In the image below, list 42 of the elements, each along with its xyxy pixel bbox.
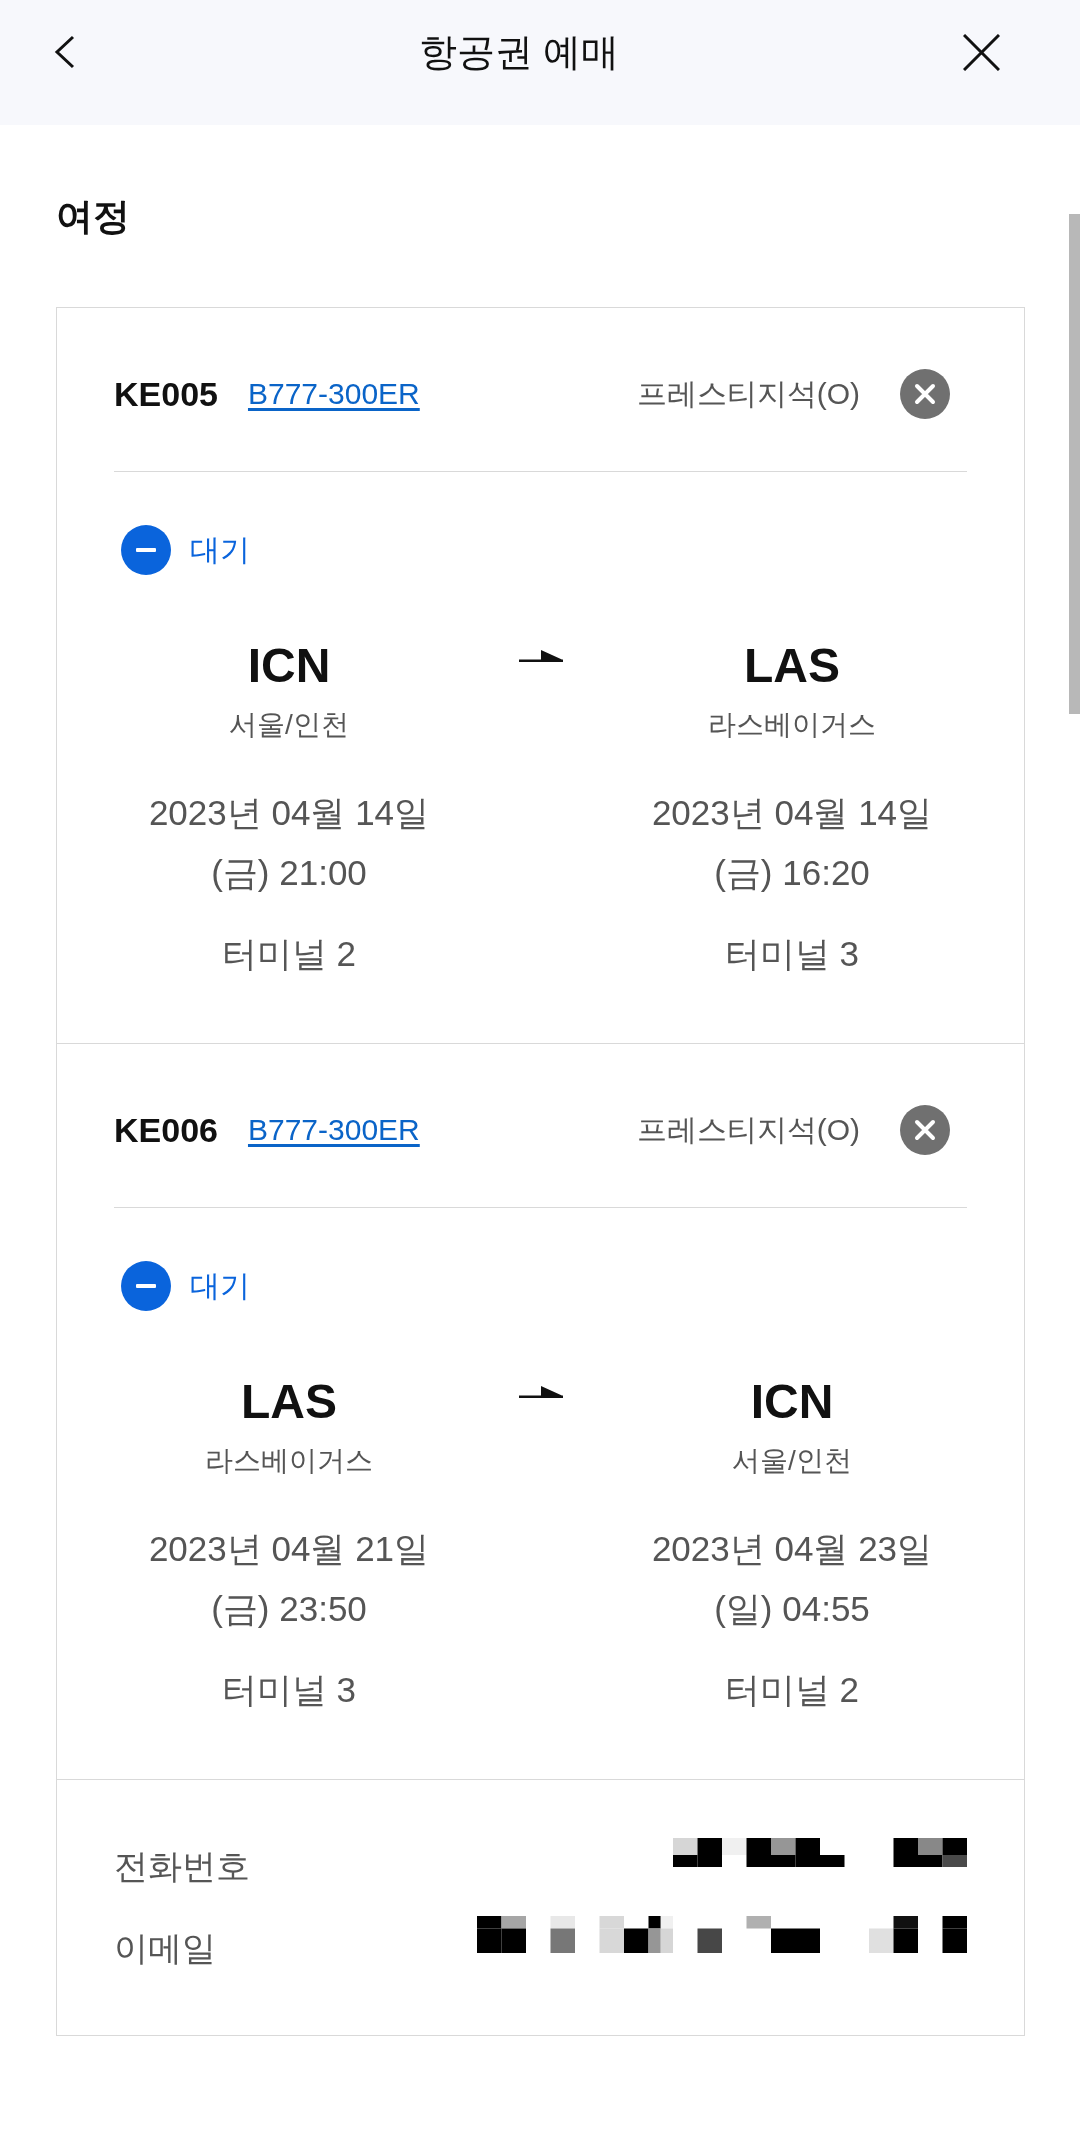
close-circle-icon[interactable] — [900, 1105, 950, 1155]
cabin-class: 프레스티지석(O) — [636, 1115, 860, 1145]
flight-date: 2023년 04월 21일 — [148, 1528, 430, 1570]
arrow-right-icon — [518, 1386, 563, 1398]
city-name: 라스베이거스 — [205, 1444, 373, 1478]
flight-date: 2023년 04월 14일 — [148, 792, 430, 834]
airport-code: LAS — [241, 1374, 337, 1430]
flight-time: (금) 23:50 — [211, 1588, 367, 1630]
close-icon[interactable] — [963, 33, 1000, 71]
status-label: 대기 — [190, 1271, 250, 1301]
flight-number: KE005 — [114, 377, 218, 411]
back-icon[interactable] — [53, 35, 75, 69]
aircraft-link[interactable]: B777-300ER — [247, 379, 420, 409]
terminal-text: 터미널 3 — [724, 933, 860, 975]
airport-code: ICN — [247, 638, 331, 694]
flight-date: 2023년 04월 23일 — [651, 1528, 933, 1570]
flight-time: (금) 16:20 — [714, 852, 870, 894]
city-name: 서울/인천 — [229, 708, 349, 742]
contact-label: 전화번호 — [114, 1846, 250, 1887]
cabin-class: 프레스티지석(O) — [636, 379, 860, 409]
pixelated-mosaic-icon — [673, 1838, 967, 1867]
flight-time: (일) 04:55 — [714, 1588, 870, 1630]
status-label: 대기 — [190, 535, 250, 565]
airport-code: ICN — [750, 1374, 834, 1430]
minus-circle-icon — [121, 525, 171, 575]
section-title: 여정 — [56, 195, 131, 239]
minus-circle-icon — [121, 1261, 171, 1311]
city-name: 서울/인천 — [732, 1444, 852, 1478]
arrow-right-icon — [518, 650, 563, 662]
city-name: 라스베이거스 — [708, 708, 876, 742]
aircraft-link[interactable]: B777-300ER — [247, 1115, 420, 1145]
contact-label: 이메일 — [114, 1928, 216, 1969]
airport-code: LAS — [744, 638, 840, 694]
flight-date: 2023년 04월 14일 — [651, 792, 933, 834]
pixelated-mosaic-icon — [477, 1916, 967, 1953]
page-title: 항공권 예매 — [418, 33, 620, 71]
flight-number: KE006 — [114, 1113, 218, 1147]
close-circle-icon[interactable] — [900, 369, 950, 419]
flight-time: (금) 21:00 — [211, 852, 367, 894]
terminal-text: 터미널 2 — [221, 933, 357, 975]
terminal-text: 터미널 2 — [724, 1669, 860, 1711]
terminal-text: 터미널 3 — [221, 1669, 357, 1711]
